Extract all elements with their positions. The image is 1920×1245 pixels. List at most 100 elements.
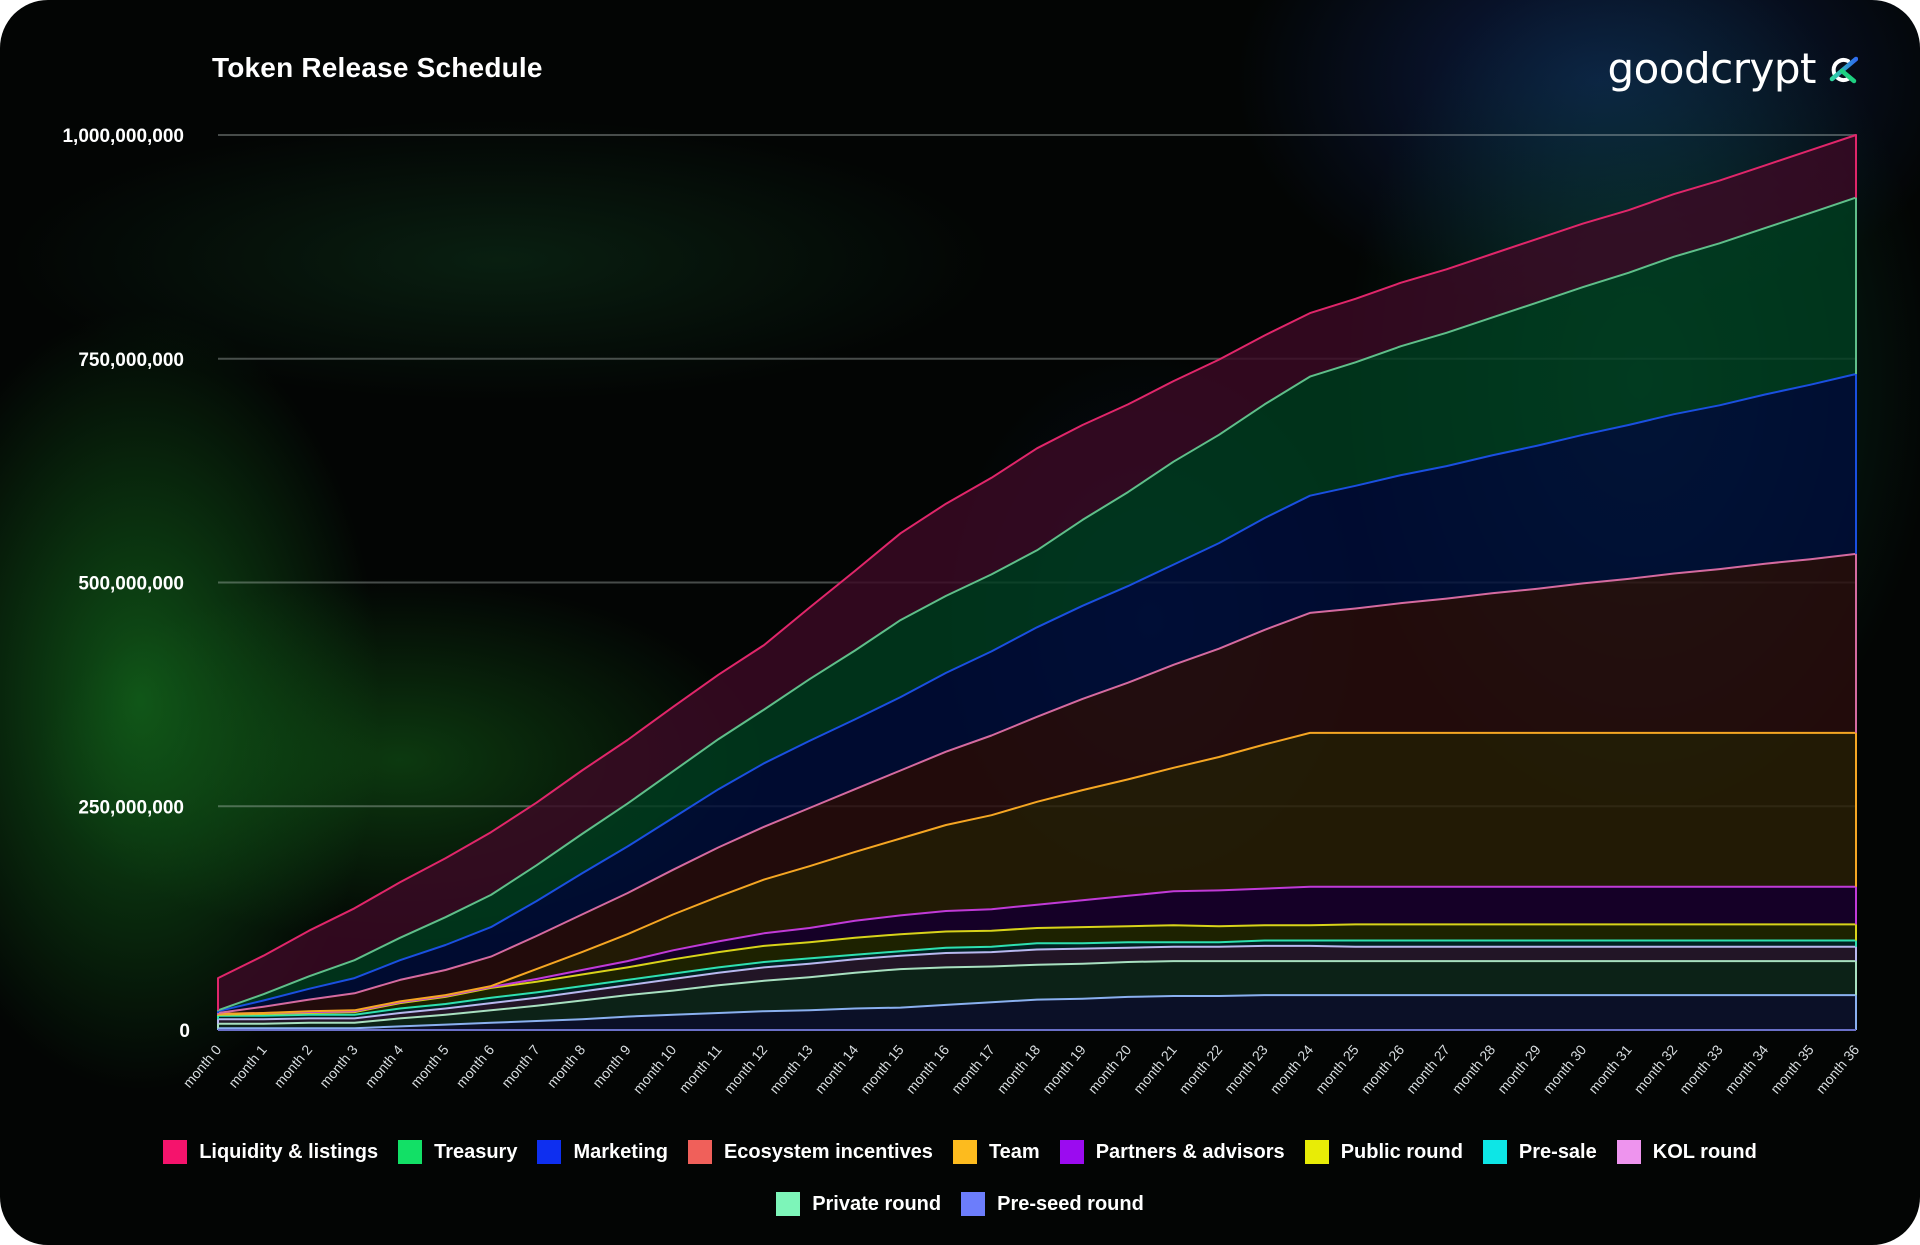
- point-pre-sale: [399, 1008, 401, 1010]
- chart-card: Token Release Schedule goodcrypt 0 250,00…: [0, 0, 1920, 1245]
- point-private-round: [809, 976, 811, 978]
- point-private-round: [718, 984, 720, 986]
- point-ecosystem-incentives: [1673, 573, 1675, 575]
- x-tick-label: month 6: [453, 1041, 498, 1090]
- point-pre-seed-round: [1582, 994, 1584, 996]
- point-marketing: [1173, 564, 1175, 566]
- point-treasury: [1764, 227, 1766, 229]
- x-tick-label: month 4: [362, 1041, 407, 1090]
- x-tick-label: month 11: [676, 1041, 725, 1095]
- point-treasury: [581, 833, 583, 835]
- legend-item-partners-and-advisors[interactable]: Partners & advisors: [1059, 1140, 1285, 1164]
- legend-item-ecosystem-incentives[interactable]: Ecosystem incentives: [687, 1140, 933, 1164]
- x-tick-label: month 2: [271, 1041, 316, 1090]
- x-tick-label: month 29: [1494, 1041, 1544, 1096]
- point-team: [1355, 732, 1357, 734]
- point-private-round: [900, 968, 902, 970]
- point-partners-and-advisors: [1082, 899, 1084, 901]
- point-treasury: [536, 865, 538, 867]
- point-private-round: [581, 1000, 583, 1002]
- point-treasury: [263, 993, 265, 995]
- legend-item-team[interactable]: Team: [952, 1140, 1040, 1164]
- point-kol-round: [991, 951, 993, 953]
- point-partners-and-advisors: [1582, 886, 1584, 888]
- point-treasury: [627, 803, 629, 805]
- point-public-round: [627, 967, 629, 969]
- point-public-round: [1446, 924, 1448, 926]
- point-kol-round: [672, 978, 674, 980]
- point-pre-sale: [1218, 941, 1220, 943]
- legend-item-treasury[interactable]: Treasury: [398, 1140, 517, 1164]
- point-partners-and-advisors: [763, 933, 765, 935]
- x-tick-label: month 12: [721, 1041, 771, 1096]
- point-marketing: [900, 696, 902, 698]
- legend-swatch: [398, 1140, 423, 1164]
- x-tick-label: month 5: [407, 1041, 452, 1090]
- point-public-round: [1218, 925, 1220, 927]
- point-pre-seed-round: [536, 1020, 538, 1022]
- point-pre-seed-round: [399, 1026, 401, 1028]
- legend-item-pre-seed-round[interactable]: Pre-seed round: [961, 1192, 1144, 1216]
- legend-item-kol-round[interactable]: KOL round: [1616, 1140, 1757, 1164]
- point-ecosystem-incentives: [354, 993, 356, 995]
- x-tick-label: month 30: [1540, 1041, 1590, 1096]
- point-treasury: [1218, 434, 1220, 436]
- point-team: [1764, 732, 1766, 734]
- point-private-round: [1537, 960, 1539, 962]
- point-partners-and-advisors: [536, 978, 538, 980]
- point-private-round: [1810, 960, 1812, 962]
- point-team: [308, 1010, 310, 1012]
- legend-item-marketing[interactable]: Marketing: [537, 1140, 668, 1164]
- point-public-round: [1173, 924, 1175, 926]
- point-liquidity-and-listings: [1628, 209, 1630, 211]
- point-marketing: [1764, 394, 1766, 396]
- point-kol-round: [1400, 946, 1402, 948]
- point-liquidity-and-listings: [991, 477, 993, 479]
- point-partners-and-advisors: [1719, 886, 1721, 888]
- chart-legend: Liquidity & listings Treasury Marketing Eco…: [0, 1140, 1920, 1216]
- point-pre-sale: [1127, 941, 1129, 943]
- point-treasury: [1309, 376, 1311, 378]
- point-private-round: [1719, 960, 1721, 962]
- y-axis: 0 250,000,000 500,000,000 750,000,000 1,000,…: [62, 126, 190, 1042]
- point-ecosystem-incentives: [1355, 608, 1357, 610]
- point-private-round: [263, 1023, 265, 1025]
- point-liquidity-and-listings: [1491, 253, 1493, 255]
- point-partners-and-advisors: [718, 941, 720, 943]
- point-pre-sale: [1173, 941, 1175, 943]
- point-pre-sale: [490, 997, 492, 999]
- point-liquidity-and-listings: [1127, 404, 1129, 406]
- point-team: [536, 968, 538, 970]
- point-pre-sale: [627, 979, 629, 981]
- point-ecosystem-incentives: [1218, 648, 1220, 650]
- point-pre-sale: [809, 958, 811, 960]
- point-treasury: [1264, 404, 1266, 406]
- legend-swatch: [952, 1140, 977, 1164]
- point-pre-sale: [1673, 940, 1675, 942]
- legend-item-public-round[interactable]: Public round: [1304, 1140, 1463, 1164]
- point-team: [1491, 732, 1493, 734]
- point-treasury: [445, 916, 447, 918]
- y-tick-label: 1,000,000,000: [62, 126, 184, 147]
- point-team: [1628, 732, 1630, 734]
- point-private-round: [672, 990, 674, 992]
- point-team: [854, 851, 856, 853]
- point-ecosystem-incentives: [1127, 682, 1129, 684]
- point-treasury: [399, 937, 401, 939]
- point-liquidity-and-listings: [1673, 193, 1675, 195]
- x-tick-label: month 20: [1085, 1041, 1135, 1096]
- point-liquidity-and-listings: [1400, 282, 1402, 284]
- point-marketing: [399, 959, 401, 961]
- point-pre-seed-round: [1491, 994, 1493, 996]
- point-marketing: [490, 926, 492, 928]
- point-partners-and-advisors: [1491, 886, 1493, 888]
- legend-item-private-round[interactable]: Private round: [776, 1192, 941, 1216]
- point-partners-and-advisors: [1446, 886, 1448, 888]
- point-marketing: [672, 817, 674, 819]
- point-liquidity-and-listings: [718, 674, 720, 676]
- legend-item-pre-sale[interactable]: Pre-sale: [1482, 1140, 1597, 1164]
- legend-item-liquidity-and-listings[interactable]: Liquidity & listings: [163, 1140, 378, 1164]
- point-partners-and-advisors: [1309, 886, 1311, 888]
- point-ecosystem-incentives: [854, 788, 856, 790]
- point-marketing: [445, 944, 447, 946]
